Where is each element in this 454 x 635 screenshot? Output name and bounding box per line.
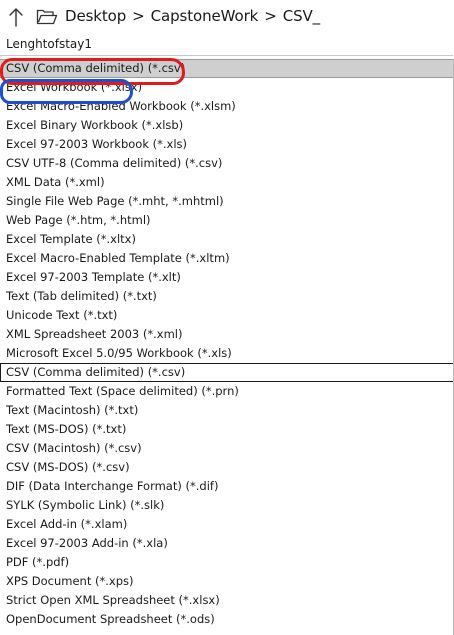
file-type-option[interactable]: CSV (Comma delimited) (*.csv) [0, 59, 454, 78]
up-folder-button[interactable] [6, 6, 26, 28]
file-type-option[interactable]: CSV UTF-8 (Comma delimited) (*.csv) [0, 154, 454, 173]
breadcrumb-csv[interactable]: CSV_ [283, 7, 320, 25]
folder-icon [36, 9, 58, 25]
file-type-option[interactable]: XML Data (*.xml) [0, 173, 454, 192]
file-type-option[interactable]: Excel 97-2003 Template (*.xlt) [0, 268, 454, 287]
file-type-option[interactable]: CSV (Macintosh) (*.csv) [0, 439, 454, 458]
file-type-option[interactable]: DIF (Data Interchange Format) (*.dif) [0, 477, 454, 496]
file-type-option[interactable]: Microsoft Excel 5.0/95 Workbook (*.xls) [0, 344, 454, 363]
breadcrumb-capstonework[interactable]: CapstoneWork [151, 7, 259, 25]
file-type-option[interactable]: Text (MS-DOS) (*.txt) [0, 420, 454, 439]
file-type-option[interactable]: XML Spreadsheet 2003 (*.xml) [0, 325, 454, 344]
file-type-option[interactable]: Excel Template (*.xltx) [0, 230, 454, 249]
file-type-option[interactable]: CSV (MS-DOS) (*.csv) [0, 458, 454, 477]
file-type-option[interactable]: Single File Web Page (*.mht, *.mhtml) [0, 192, 454, 211]
breadcrumb-separator: > [264, 7, 277, 25]
file-type-option[interactable]: Unicode Text (*.txt) [0, 306, 454, 325]
file-type-option[interactable]: Excel 97-2003 Workbook (*.xls) [0, 135, 454, 154]
file-type-option[interactable]: Excel 97-2003 Add-in (*.xla) [0, 534, 454, 553]
arrow-up-icon [9, 8, 23, 27]
file-type-option[interactable]: Text (Tab delimited) (*.txt) [0, 287, 454, 306]
save-as-dialog: Desktop > CapstoneWork > CSV_ Lenghtofstay1 … [0, 0, 454, 635]
file-type-option[interactable]: Excel Workbook (*.xlsx) [0, 78, 454, 97]
file-type-option[interactable]: Text (Macintosh) (*.txt) [0, 401, 454, 420]
navigation-bar: Desktop > CapstoneWork > CSV_ [0, 0, 454, 34]
file-type-option[interactable]: PDF (*.pdf) [0, 553, 454, 572]
file-type-option[interactable]: Web Page (*.htm, *.html) [0, 211, 454, 230]
file-type-option[interactable]: Excel Macro-Enabled Template (*.xltm) [0, 249, 454, 268]
file-type-option[interactable]: Excel Binary Workbook (*.xlsb) [0, 116, 454, 135]
file-type-option[interactable]: OpenDocument Spreadsheet (*.ods) [0, 610, 454, 629]
breadcrumb-desktop[interactable]: Desktop [65, 7, 126, 25]
file-name-field[interactable]: Lenghtofstay1 [0, 34, 453, 56]
file-type-option[interactable]: Excel Macro-Enabled Workbook (*.xlsm) [0, 97, 454, 116]
file-type-option[interactable]: Excel Add-in (*.xlam) [0, 515, 454, 534]
file-type-option[interactable]: XPS Document (*.xps) [0, 572, 454, 591]
breadcrumb-separator: > [132, 7, 145, 25]
file-type-option[interactable]: Strict Open XML Spreadsheet (*.xlsx) [0, 591, 454, 610]
breadcrumb: Desktop > CapstoneWork > CSV_ [65, 7, 320, 25]
file-type-option[interactable]: SYLK (Symbolic Link) (*.slk) [0, 496, 454, 515]
save-as-type-list: CSV (Comma delimited) (*.csv) Excel Workb… [0, 59, 454, 629]
file-type-option[interactable]: CSV (Comma delimited) (*.csv) [0, 363, 454, 382]
file-type-option[interactable]: Formatted Text (Space delimited) (*.prn) [0, 382, 454, 401]
